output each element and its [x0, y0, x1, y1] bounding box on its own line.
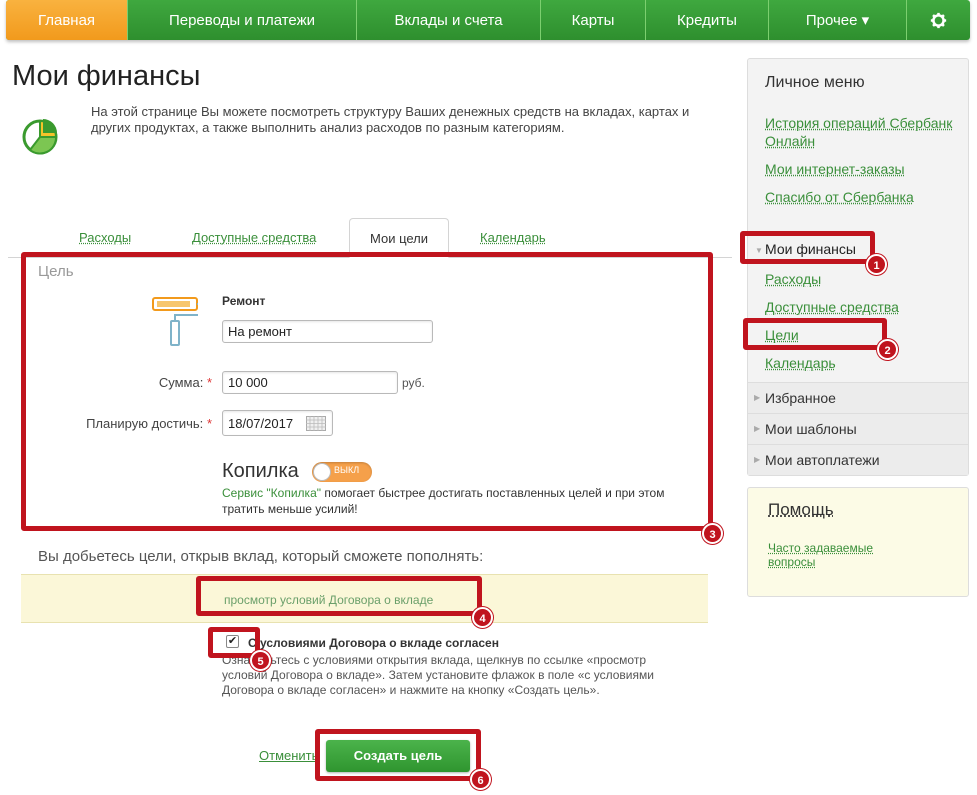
collapsed-arrow-icon: ▶ [754, 424, 761, 433]
page-intro: На этой странице Вы можете посмотреть ст… [91, 104, 690, 135]
annotation-frame-2 [743, 318, 887, 350]
help-title[interactable]: Помощь [768, 500, 834, 520]
page-title: Мои финансы [12, 60, 201, 92]
collapsed-arrow-icon: ▶ [754, 393, 761, 402]
sidebar-sub-calendar[interactable]: Календарь [765, 354, 960, 372]
pie-chart-icon [22, 119, 58, 155]
annotation-frame-4 [196, 576, 482, 616]
faq-link[interactable]: Часто задаваемые вопросы [768, 541, 898, 569]
sidebar-link-spasibo[interactable]: Спасибо от Сбербанка [765, 188, 960, 206]
sidebar-link-history[interactable]: История операций Сбербанк Онлайн [765, 114, 960, 150]
agree-description: Ознакомьтесь с условиями открытия вклада… [222, 653, 654, 697]
sidebar-item-templates[interactable]: ▶ Мои шаблоны [748, 413, 968, 444]
tab-calendar[interactable]: Календарь [480, 230, 546, 245]
sidebar-sub-available[interactable]: Доступные средства [765, 298, 960, 316]
annotation-badge-3: 3 [702, 523, 723, 544]
top-navigation: Главная Переводы и платежи Вклады и счет… [6, 0, 970, 40]
annotation-frame-3 [21, 252, 713, 531]
nav-item-transfers[interactable]: Переводы и платежи [128, 0, 357, 40]
annotation-badge-4: 4 [472, 607, 493, 628]
sidebar-item-favorites[interactable]: ▶ Избранное [748, 382, 968, 413]
agree-label: С условиями Договора о вкладе согласен [248, 636, 499, 650]
nav-item-home[interactable]: Главная [6, 0, 128, 40]
personal-menu-heading: Личное меню [765, 74, 865, 91]
settings-button[interactable] [907, 0, 970, 40]
gear-icon [930, 12, 947, 28]
sidebar-sub-expenses[interactable]: Расходы [765, 270, 960, 288]
collapsed-arrow-icon: ▶ [754, 455, 761, 464]
cancel-link[interactable]: Отменить [259, 748, 318, 763]
nav-item-other[interactable]: Прочее ▾ [769, 0, 907, 40]
nav-item-cards[interactable]: Карты [541, 0, 646, 40]
annotation-badge-5: 5 [250, 650, 271, 671]
annotation-frame-1 [740, 231, 875, 264]
tab-expenses[interactable]: Расходы [79, 230, 131, 245]
annotation-badge-6: 6 [470, 769, 491, 790]
tab-available-funds[interactable]: Доступные средства [192, 230, 316, 245]
sidebar-link-orders[interactable]: Мои интернет-заказы [765, 160, 960, 178]
nav-item-deposits[interactable]: Вклады и счета [357, 0, 541, 40]
annotation-badge-2: 2 [877, 339, 898, 360]
annotation-frame-6 [315, 729, 481, 781]
sidebar-item-autopayments[interactable]: ▶ Мои автоплатежи [748, 444, 968, 475]
deposit-heading: Вы добьетесь цели, открыв вклад, который… [38, 548, 484, 565]
nav-item-credits[interactable]: Кредиты [646, 0, 769, 40]
annotation-badge-1: 1 [866, 254, 887, 275]
